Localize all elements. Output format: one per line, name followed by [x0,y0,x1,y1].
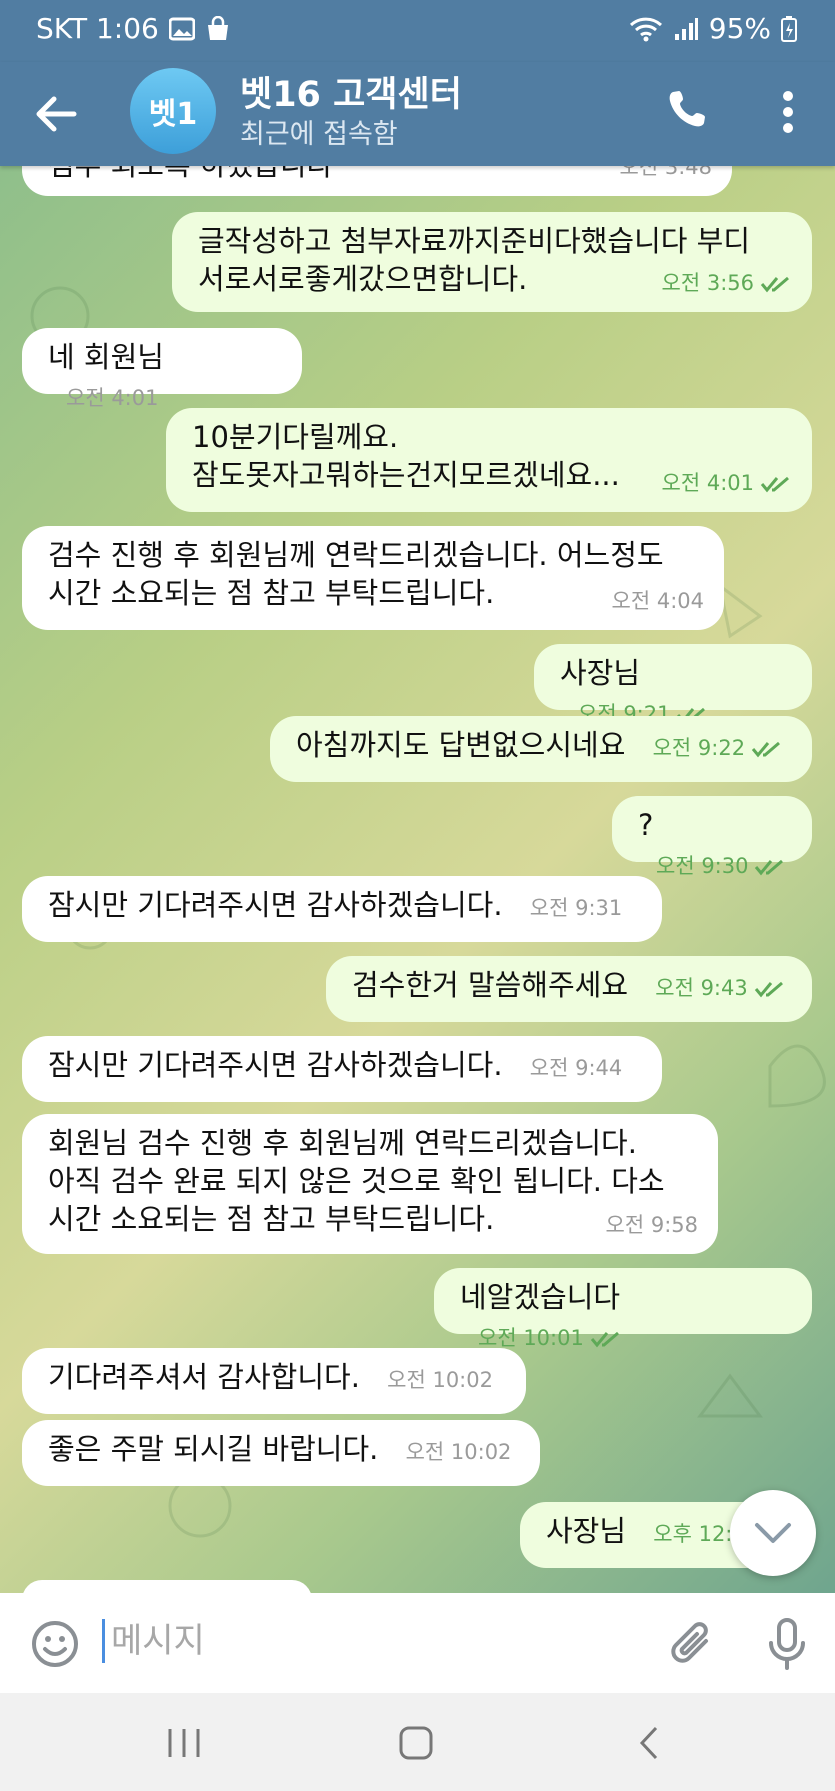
message-incoming-partial [22,1580,312,1593]
message-incoming[interactable]: 잠시만 기다려주시면 감사하겠습니다. 오전 9:31 [22,876,662,942]
double-check-icon [754,981,783,998]
chat-messages[interactable]: 첨부 되도록 하겠습니다 오전 3:48 글작성하고 첨부자료까지준비다했습니다… [0,166,835,1593]
status-time: SKT 1:06 [36,12,159,45]
chat-title[interactable]: 벳16 고객센터 [240,66,462,117]
double-check-icon [760,276,789,293]
message-outgoing[interactable]: 아침까지도 답변없으시네요 오전 9:22 [270,716,812,782]
wifi-icon [629,17,662,41]
avatar-initials: 벳1 [148,97,198,132]
scroll-down-button[interactable] [730,1490,816,1576]
last-seen-status: 최근에 접속함 [240,119,398,150]
back-nav-icon[interactable] [630,1723,670,1763]
microphone-icon[interactable] [762,1617,812,1671]
more-vertical-icon[interactable] [770,86,806,138]
battery-icon [781,15,797,42]
double-check-icon [590,1331,619,1348]
message-outgoing[interactable]: 사장님 오전 9:21 [534,644,812,726]
message-outgoing[interactable]: ? 오전 9:30 [612,796,812,878]
double-check-icon [760,476,789,493]
shopping-bag-icon [207,15,228,40]
message-outgoing[interactable]: 검수한거 말씀해주세요 오전 9:43 [326,956,812,1022]
double-check-icon [751,741,781,758]
emoji-icon[interactable] [30,1619,80,1669]
message-incoming[interactable]: 좋은 주말 되시길 바랍니다. 오전 10:02 [22,1420,540,1486]
recent-apps-icon[interactable] [164,1723,204,1763]
back-arrow-icon[interactable] [30,88,82,140]
signal-icon [674,17,698,40]
message-input[interactable]: 메시지 [102,1619,205,1663]
message-incoming[interactable]: 기다려주셔서 감사합니다. 오전 10:02 [22,1348,526,1414]
phone-icon[interactable] [666,86,714,134]
double-check-icon [755,859,784,876]
gallery-icon [168,17,195,40]
message-incoming[interactable]: 네 회원님 오전 4:01 [22,328,302,410]
message-outgoing[interactable]: 글작성하고 첨부자료까지준비다했습니다 부디 서로서로좋게갔으면합니다. 오전 … [172,212,812,312]
message-outgoing[interactable]: 10분기다릴께요. 잠도못자고뭐하는건지모르겠네요... 오전 4:01 [166,408,812,512]
message-incoming[interactable]: 잠시만 기다려주시면 감사하겠습니다. 오전 9:44 [22,1036,662,1102]
paperclip-icon[interactable] [668,1619,718,1669]
message-incoming[interactable]: 첨부 되도록 하겠습니다 오전 3:48 [22,166,732,196]
message-composer: 메시지 [0,1593,835,1693]
message-outgoing[interactable]: 네알겠습니다 오전 10:01 [434,1268,812,1350]
message-incoming[interactable]: 검수 진행 후 회원님께 연락드리겠습니다. 어느정도 시간 소요되는 점 참고… [22,526,724,630]
status-bar: SKT 1:06 95% [0,0,835,62]
home-icon[interactable] [396,1723,436,1763]
chevron-down-icon [755,1523,791,1543]
battery-percent: 95% [708,12,771,45]
chat-header: 벳1 벳16 고객센터 최근에 접속함 [0,62,835,166]
system-nav-bar [0,1693,835,1791]
message-incoming[interactable]: 회원님 검수 진행 후 회원님께 연락드리겠습니다. 아직 검수 완료 되지 않… [22,1114,718,1254]
avatar[interactable]: 벳1 [130,68,216,154]
